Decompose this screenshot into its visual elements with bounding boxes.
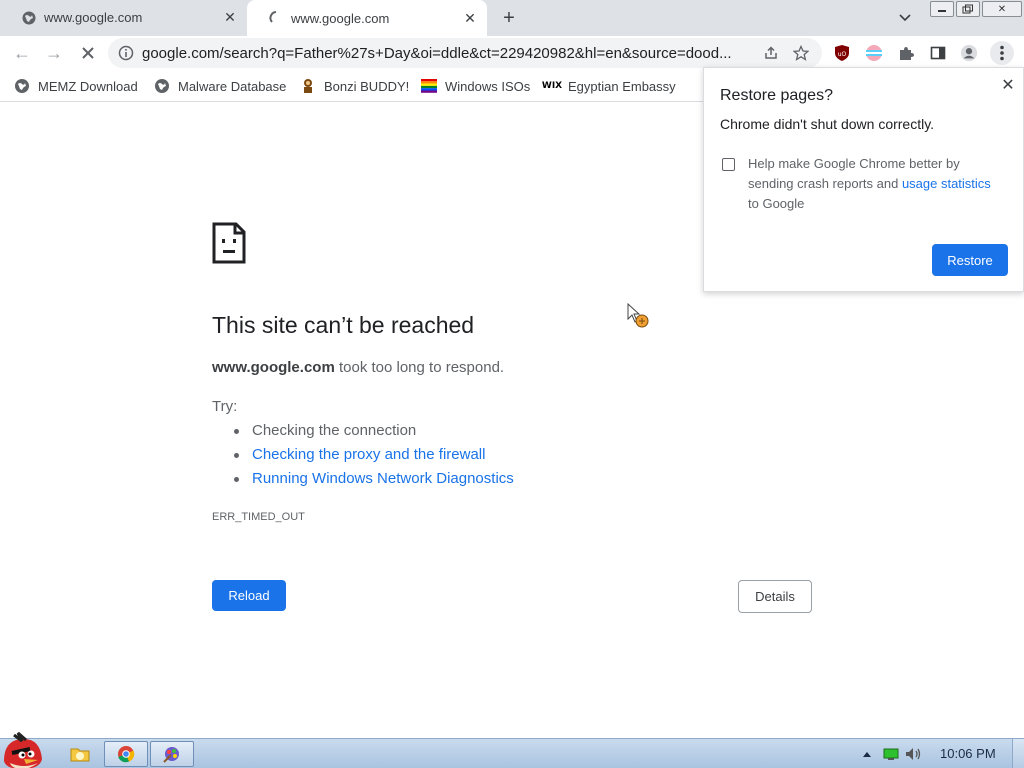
error-host: www.google.com <box>212 359 335 376</box>
error-description: www.google.com took too long to respond. <box>212 359 504 376</box>
start-button-angry-bird-icon[interactable] <box>0 731 50 768</box>
share-icon[interactable] <box>762 44 780 62</box>
tab-title: www.google.com <box>291 10 390 26</box>
bookmark-memz[interactable]: MEMZ Download <box>14 75 138 97</box>
taskbar: 10:06 PM <box>0 731 1024 768</box>
show-hidden-icons-icon[interactable] <box>860 746 874 762</box>
suggestion-proxy-firewall-link[interactable]: Checking the proxy and the firewall <box>234 446 514 470</box>
back-icon[interactable]: ← <box>10 41 34 65</box>
close-icon[interactable]: ✕ <box>982 1 1022 17</box>
rainbow-flag-icon <box>421 78 437 94</box>
bookmark-label: Windows ISOs <box>445 78 531 94</box>
bookmark-label: MEMZ Download <box>38 78 138 94</box>
bookmark-bonzi-buddy[interactable]: Bonzi BUDDY! <box>300 75 409 97</box>
restore-pages-popup: Restore pages? Chrome didn't shut down c… <box>703 67 1024 292</box>
bookmark-windows-isos[interactable]: Windows ISOs <box>421 75 530 97</box>
bookmark-label: Bonzi BUDDY! <box>324 78 410 94</box>
wix-icon: WIX <box>541 81 563 91</box>
new-tab-button[interactable]: + <box>498 7 520 29</box>
minimize-icon[interactable] <box>930 1 954 17</box>
bookmark-label: Egyptian Embassy <box>568 78 676 94</box>
tab-title: www.google.com <box>44 10 143 25</box>
restore-button[interactable]: Restore <box>932 244 1008 276</box>
try-label: Try: <box>212 398 238 415</box>
chrome-icon[interactable] <box>104 741 148 767</box>
loading-spinner-icon <box>268 10 284 26</box>
bookmark-egyptian-embassy[interactable]: WIX Egyptian Embassy <box>541 75 676 97</box>
star-icon[interactable] <box>792 44 810 62</box>
url-text: google.com/search?q=Father%27s+Day&oi=dd… <box>142 44 732 62</box>
usage-statistics-link[interactable]: usage statistics <box>902 176 991 191</box>
forward-icon[interactable]: → <box>42 41 66 65</box>
system-clock[interactable]: 10:06 PM <box>940 746 996 761</box>
profile-avatar-icon[interactable] <box>960 44 978 62</box>
crash-report-text: Help make Google Chrome better by sendin… <box>748 154 1004 214</box>
popup-title: Restore pages? <box>720 87 833 104</box>
suggestion-check-connection: Checking the connection <box>234 422 514 446</box>
popup-subtitle: Chrome didn't shut down correctly. <box>720 116 935 132</box>
reload-button[interactable]: Reload <box>212 580 286 611</box>
error-title: This site can’t be reached <box>212 312 475 338</box>
stop-icon[interactable] <box>76 41 100 65</box>
bookmark-label: Malware Database <box>178 78 287 94</box>
globe-icon <box>14 78 30 94</box>
puzzle-icon[interactable] <box>897 44 915 62</box>
paint-icon[interactable] <box>150 741 194 767</box>
busy-cursor-icon <box>625 302 653 329</box>
show-desktop-button[interactable] <box>1012 739 1024 768</box>
globe-icon <box>154 78 170 94</box>
window-controls: ✕ <box>928 1 1022 17</box>
crash-report-checkbox[interactable] <box>722 158 735 171</box>
tab-strip: www.google.com ✕ www.google.com ✕ + ✕ <box>0 0 1024 36</box>
close-icon[interactable]: ✕ <box>998 75 1018 95</box>
omnibox[interactable]: google.com/search?q=Father%27s+Day&oi=dd… <box>108 38 822 68</box>
tab-1[interactable]: www.google.com ✕ <box>0 0 247 35</box>
globe-icon <box>21 10 37 26</box>
restore-icon[interactable] <box>956 1 980 17</box>
site-info-icon[interactable] <box>118 45 134 61</box>
svg-text:uO: uO <box>838 51 847 58</box>
error-desc-text: took too long to respond. <box>334 359 505 376</box>
error-code: ERR_TIMED_OUT <box>212 511 305 523</box>
side-panel-icon[interactable] <box>929 44 947 62</box>
folder-icon[interactable] <box>58 741 102 767</box>
volume-icon[interactable] <box>905 746 923 762</box>
details-button[interactable]: Details <box>738 580 812 613</box>
close-icon[interactable]: ✕ <box>461 9 479 27</box>
suggestion-network-diagnostics-link[interactable]: Running Windows Network Diagnostics <box>234 470 514 494</box>
sad-page-icon <box>212 222 246 264</box>
bonzi-icon <box>300 78 316 94</box>
tab-2-active[interactable]: www.google.com ✕ <box>247 0 487 36</box>
bookmark-malware-database[interactable]: Malware Database <box>154 75 286 97</box>
menu-kebab-icon[interactable] <box>990 41 1014 65</box>
ublock-icon[interactable]: uO <box>833 44 851 62</box>
flag-extension-icon[interactable] <box>865 44 883 62</box>
crash-report-tail: to Google <box>748 196 805 211</box>
close-icon[interactable]: ✕ <box>221 9 239 27</box>
network-icon[interactable] <box>882 746 900 762</box>
suggestion-list: Checking the connection Checking the pro… <box>234 422 514 494</box>
tab-search-icon[interactable] <box>895 8 915 28</box>
